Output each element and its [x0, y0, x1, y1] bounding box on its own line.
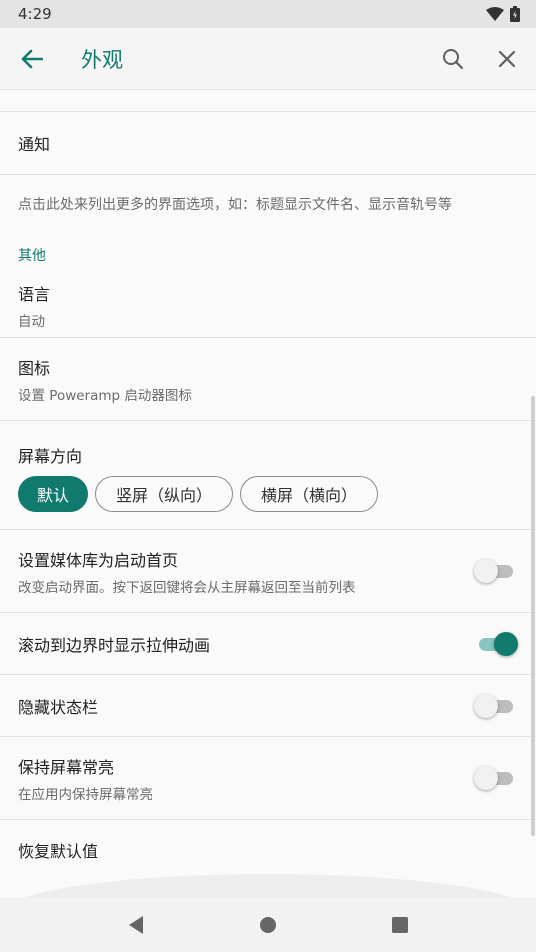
search-button[interactable]	[426, 28, 480, 90]
system-nav-bar	[0, 898, 536, 952]
pref-language[interactable]: 语言 自动	[0, 273, 536, 337]
nav-recents-icon	[392, 917, 408, 933]
scrollbar[interactable]	[531, 396, 535, 836]
pref-icon-title: 图标	[18, 358, 51, 378]
switch-thumb	[474, 693, 498, 718]
stretch-animation-switch[interactable]	[476, 631, 518, 656]
pref-hide-status-bar[interactable]: 隐藏状态栏	[0, 675, 536, 736]
close-button[interactable]	[480, 28, 534, 90]
library-start-switch[interactable]	[474, 559, 516, 583]
pref-library-start[interactable]: 设置媒体库为启动首页 改变启动界面。按下返回键将会从主屏幕返回至当前列表	[0, 530, 536, 612]
wifi-icon	[486, 7, 504, 21]
status-bar: 4:29	[0, 0, 536, 28]
pref-restore-defaults-title: 恢复默认值	[18, 842, 99, 861]
pref-orientation: 屏幕方向 默认 竖屏（纵向） 横屏（横向）	[0, 421, 536, 529]
close-icon	[498, 50, 516, 67]
nav-back-button[interactable]	[106, 898, 166, 952]
pref-language-subtitle: 自动	[18, 313, 45, 330]
nav-back-icon	[129, 916, 143, 934]
orientation-option-portrait[interactable]: 竖屏（纵向）	[95, 476, 233, 512]
pref-stretch-animation-title: 滚动到边界时显示拉伸动画	[18, 635, 211, 655]
status-time: 4:29	[18, 5, 52, 23]
nav-recents-button[interactable]	[370, 898, 430, 952]
pref-language-title: 语言	[18, 284, 51, 304]
orientation-option-landscape[interactable]: 横屏（横向）	[240, 476, 378, 512]
pref-keep-screen-on-subtitle: 在应用内保持屏幕常亮	[18, 786, 153, 803]
category-other: 其他	[18, 248, 46, 264]
pref-hide-status-bar-title: 隐藏状态栏	[18, 697, 99, 717]
pref-stretch-animation[interactable]: 滚动到边界时显示拉伸动画	[0, 613, 536, 674]
nav-home-icon	[260, 917, 276, 933]
keep-screen-on-switch[interactable]	[474, 766, 516, 790]
switch-thumb	[474, 559, 498, 583]
switch-thumb	[494, 631, 518, 656]
pref-notification[interactable]: 通知	[0, 112, 536, 174]
pref-icon-subtitle: 设置 Poweramp 启动器图标	[18, 387, 192, 404]
pref-icon[interactable]: 图标 设置 Poweramp 启动器图标	[0, 338, 536, 420]
page-title: 外观	[81, 47, 123, 72]
search-icon	[443, 48, 464, 69]
orientation-segmented-control: 默认 竖屏（纵向） 横屏（横向）	[18, 476, 518, 512]
hide-status-bar-switch[interactable]	[474, 693, 516, 718]
pref-library-start-title: 设置媒体库为启动首页	[18, 550, 179, 570]
arrow-back-icon	[21, 49, 43, 68]
pref-orientation-title: 屏幕方向	[18, 447, 83, 466]
app-bar: 外观	[0, 28, 536, 90]
back-button[interactable]	[0, 28, 64, 90]
pref-restore-defaults[interactable]: 恢复默认值	[0, 820, 536, 880]
settings-list[interactable]: 通知 点击此处来列出更多的界面选项，如：标题显示文件名、显示音轨号等 其他 语言…	[0, 90, 536, 898]
battery-icon	[510, 6, 520, 22]
nav-home-button[interactable]	[238, 898, 298, 952]
pref-keep-screen-on[interactable]: 保持屏幕常亮 在应用内保持屏幕常亮	[0, 737, 536, 819]
pref-notification-title: 通知	[18, 135, 51, 154]
orientation-option-default[interactable]: 默认	[18, 476, 88, 512]
pref-keep-screen-on-title: 保持屏幕常亮	[18, 757, 115, 777]
pref-library-start-subtitle: 改变启动界面。按下返回键将会从主屏幕返回至当前列表	[18, 579, 356, 596]
info-text: 点击此处来列出更多的界面选项，如：标题显示文件名、显示音轨号等	[18, 197, 452, 213]
status-icons	[486, 6, 520, 22]
switch-thumb	[474, 766, 498, 790]
pref-more-options-info[interactable]: 点击此处来列出更多的界面选项，如：标题显示文件名、显示音轨号等	[0, 175, 536, 233]
